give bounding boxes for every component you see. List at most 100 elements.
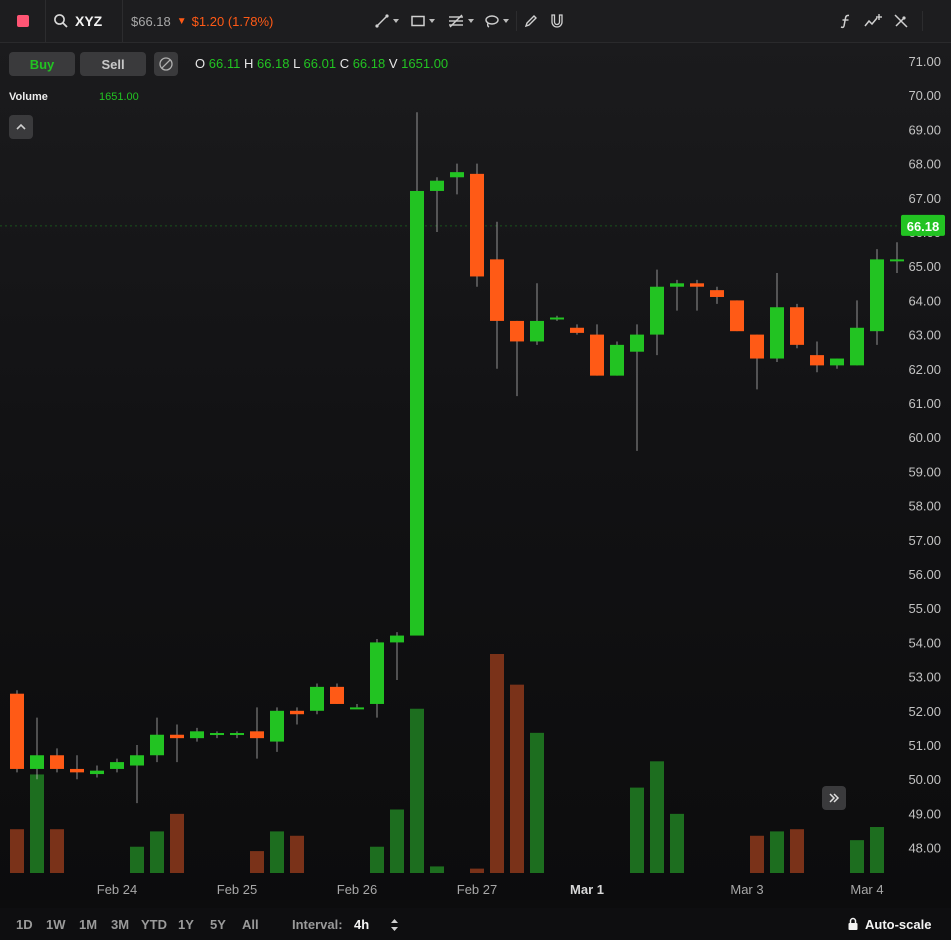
color-swatch bbox=[17, 15, 29, 27]
fibonacci-icon bbox=[449, 14, 463, 28]
price-tick-label: 51.00 bbox=[908, 738, 941, 753]
time-tick-label: Mar 1 bbox=[570, 882, 604, 897]
candle-body bbox=[630, 334, 644, 352]
price-tick-label: 48.00 bbox=[908, 841, 941, 856]
range-3m[interactable]: 3M bbox=[111, 917, 129, 932]
candle-body bbox=[390, 635, 404, 643]
hide-drawings-button[interactable] bbox=[893, 0, 909, 42]
volume-bar bbox=[490, 654, 504, 873]
watchlist-color-icon[interactable] bbox=[12, 0, 34, 42]
price-tick-label: 69.00 bbox=[908, 122, 941, 137]
interval-stepper-icon[interactable] bbox=[390, 918, 399, 932]
time-tick-label: Mar 4 bbox=[850, 882, 883, 897]
line-tool-icon bbox=[375, 14, 389, 28]
candle-body bbox=[710, 290, 724, 297]
time-axis: Feb 24 Feb 25 Feb 26 Feb 27 Mar 1 Mar 3 Mar 4 bbox=[97, 882, 884, 897]
volume-bar bbox=[750, 835, 764, 873]
magnet-button[interactable] bbox=[549, 0, 565, 42]
scroll-to-latest-button[interactable] bbox=[822, 786, 846, 810]
candle-body bbox=[270, 710, 284, 742]
range-5y[interactable]: 5Y bbox=[210, 917, 226, 932]
range-1m[interactable]: 1M bbox=[79, 917, 97, 932]
volume-bar bbox=[50, 829, 64, 873]
price-tick-label: 50.00 bbox=[908, 772, 941, 787]
symbol-label: XYZ bbox=[75, 13, 103, 29]
candle-body bbox=[350, 707, 364, 710]
collapse-indicators-button[interactable] bbox=[9, 115, 33, 139]
lasso-tool-button[interactable] bbox=[484, 0, 510, 42]
time-tick-label: Feb 25 bbox=[217, 882, 257, 897]
volume-bar bbox=[530, 732, 544, 873]
candle-body bbox=[590, 334, 604, 376]
volume-bar bbox=[250, 851, 264, 873]
candles bbox=[0, 112, 904, 804]
price-tick-label: 57.00 bbox=[908, 533, 941, 548]
range-1w[interactable]: 1W bbox=[46, 917, 66, 932]
range-ytd[interactable]: YTD bbox=[141, 917, 167, 932]
divider bbox=[122, 0, 123, 42]
add-comparison-button[interactable] bbox=[864, 0, 882, 42]
candle-body bbox=[230, 733, 244, 736]
symbol-search[interactable]: XYZ bbox=[53, 0, 102, 42]
volume-bar bbox=[130, 846, 144, 873]
volume-bar bbox=[410, 708, 424, 873]
indicators-button[interactable] bbox=[838, 0, 854, 42]
candle-body bbox=[430, 180, 444, 191]
close-key: C bbox=[339, 56, 350, 71]
volume-bar bbox=[270, 831, 284, 873]
price-tick-label: 52.00 bbox=[908, 704, 941, 719]
candle-body bbox=[670, 283, 684, 287]
candle-body bbox=[730, 300, 744, 332]
pencil-icon bbox=[524, 15, 537, 28]
interval-value[interactable]: 4h bbox=[354, 917, 369, 932]
magnet-icon bbox=[551, 14, 563, 28]
price-axis: 71.0070.0069.0068.0067.0066.0065.0064.00… bbox=[901, 54, 945, 856]
rectangle-tool-button[interactable] bbox=[410, 0, 436, 42]
candle-body bbox=[550, 317, 564, 320]
candle-body bbox=[150, 734, 164, 756]
candle-body bbox=[870, 259, 884, 332]
pencil-tool-button[interactable] bbox=[523, 0, 539, 42]
volume-bar bbox=[370, 846, 384, 873]
sell-button[interactable]: Sell bbox=[80, 52, 146, 76]
volume-readout-value: 1651.00 bbox=[401, 56, 449, 71]
time-tick-label: Feb 27 bbox=[457, 882, 497, 897]
range-all[interactable]: All bbox=[242, 917, 259, 932]
candlestick-chart[interactable]: 71.0070.0069.0068.0067.0066.0065.0064.00… bbox=[0, 43, 951, 908]
autoscale-toggle[interactable]: Auto-scale bbox=[865, 917, 931, 932]
candle-body bbox=[10, 693, 24, 769]
open-key: O bbox=[195, 56, 206, 71]
interval-label: Interval: bbox=[292, 917, 343, 932]
candle-body bbox=[490, 259, 504, 321]
candle-body bbox=[450, 172, 464, 178]
candle-body bbox=[250, 731, 264, 739]
hide-trading-button[interactable] bbox=[154, 52, 178, 76]
line-tool-button[interactable] bbox=[374, 0, 400, 42]
range-1y[interactable]: 1Y bbox=[178, 917, 194, 932]
double-chevron-right-icon bbox=[829, 793, 840, 803]
price-tick-label: 65.00 bbox=[908, 259, 941, 274]
fib-tool-button[interactable] bbox=[447, 0, 475, 42]
time-tick-label: Feb 26 bbox=[337, 882, 377, 897]
price-tick-label: 56.00 bbox=[908, 567, 941, 582]
candle-body bbox=[830, 358, 844, 366]
price-summary: $66.18 ▼ $1.20 (1.78%) bbox=[131, 0, 273, 42]
price-tick-label: 64.00 bbox=[908, 293, 941, 308]
candle-body bbox=[410, 190, 424, 636]
range-1d[interactable]: 1D bbox=[16, 917, 33, 932]
caret-down-icon bbox=[429, 19, 435, 23]
candle-body bbox=[750, 334, 764, 359]
close-value: 66.18 bbox=[352, 56, 386, 71]
candle-body bbox=[470, 173, 484, 277]
open-value: 66.11 bbox=[208, 56, 241, 71]
volume-bar bbox=[470, 868, 484, 873]
candle-body bbox=[290, 710, 304, 715]
chevron-up-icon bbox=[16, 123, 26, 130]
price-tick-label: 53.00 bbox=[908, 670, 941, 685]
chart-area[interactable]: 71.0070.0069.0068.0067.0066.0065.0064.00… bbox=[0, 43, 951, 908]
lock-icon bbox=[848, 917, 858, 930]
divider bbox=[922, 11, 923, 31]
buy-button[interactable]: Buy bbox=[9, 52, 75, 76]
candle-body bbox=[90, 770, 104, 775]
volume-bar bbox=[10, 829, 24, 873]
